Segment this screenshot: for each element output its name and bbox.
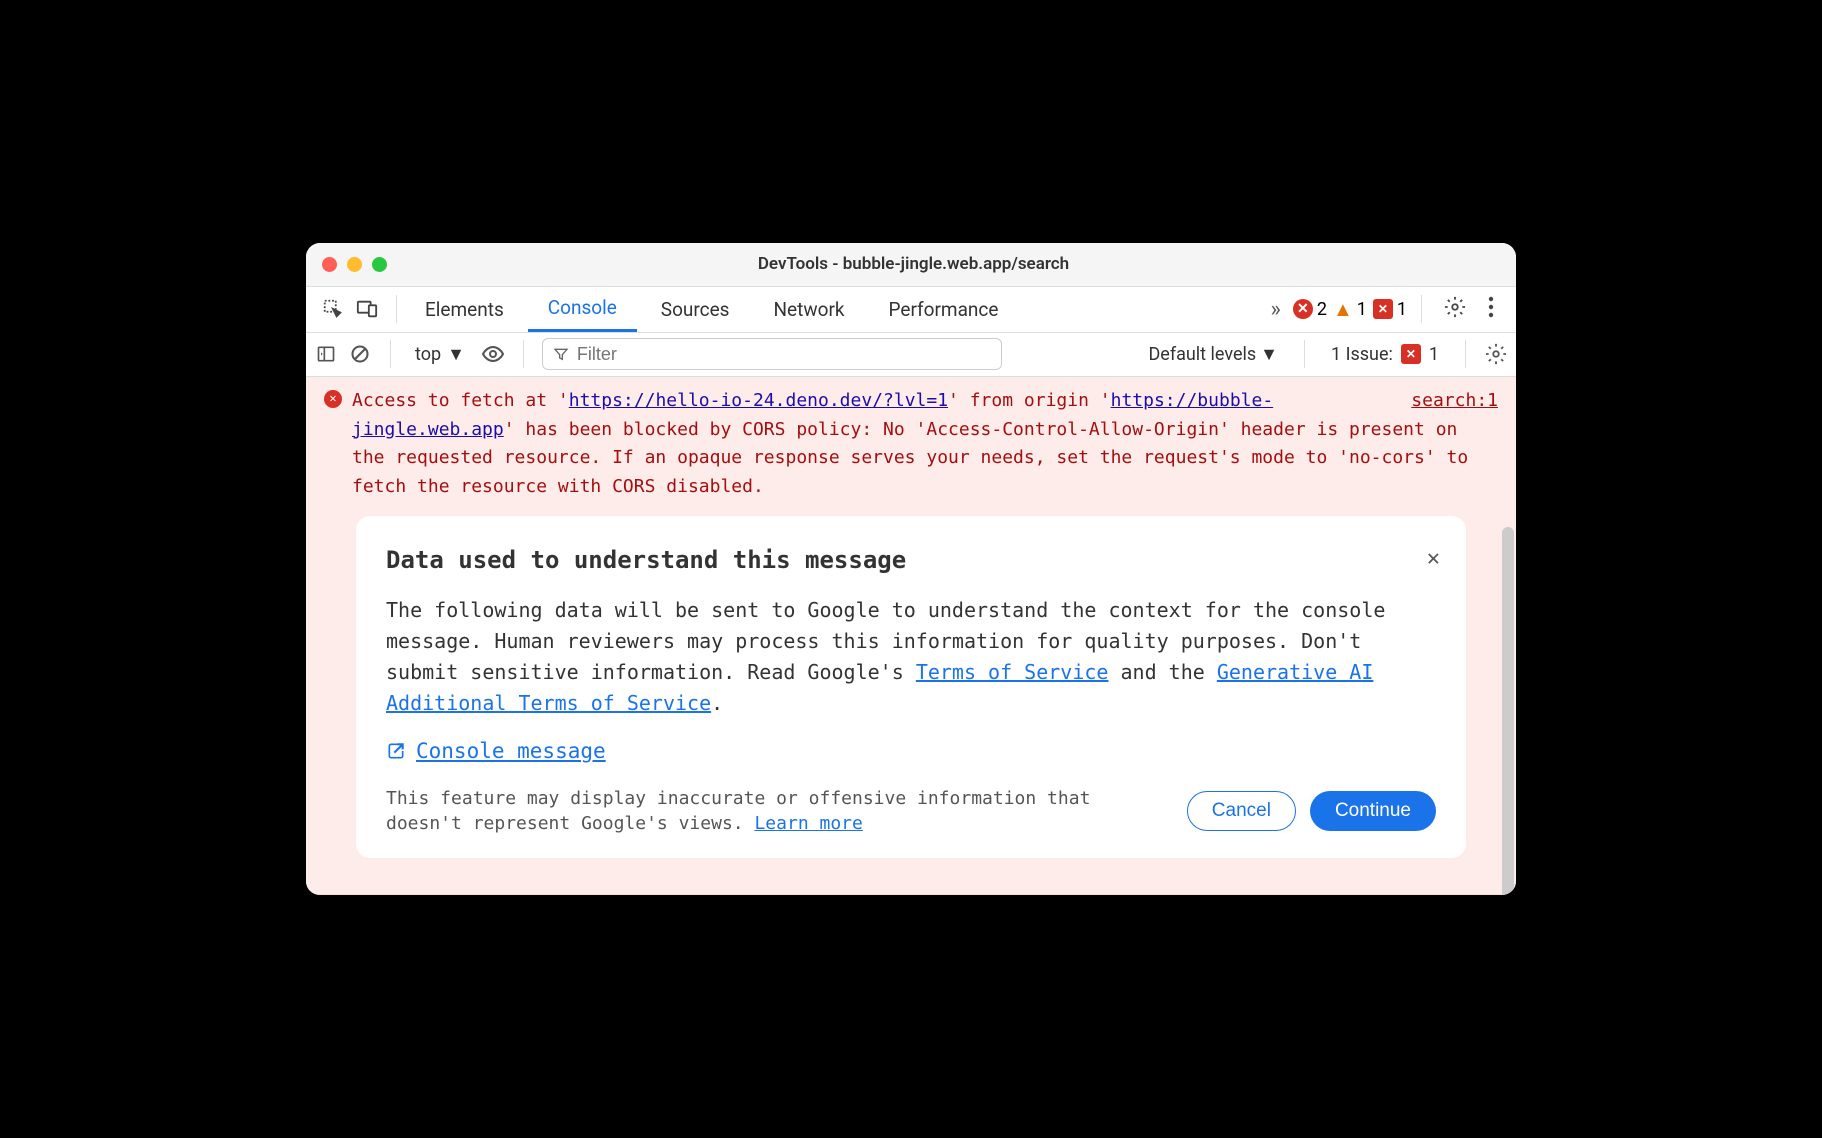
error-badge[interactable]: ✕ 2 [1293,299,1327,320]
tab-network[interactable]: Network [753,287,864,332]
divider [396,295,397,323]
error-icon: ✕ [324,390,342,408]
error-text-segment: ' from origin ' [948,390,1111,411]
panel-tabs: Elements Console Sources Network Perform… [405,287,1018,332]
error-text: search:1 Access to fetch at 'https://hel… [352,387,1498,502]
live-expression-icon[interactable] [481,342,505,366]
error-message: ✕ search:1 Access to fetch at 'https://h… [306,377,1516,895]
sidebar-toggle-icon[interactable] [314,342,338,366]
error-source-link[interactable]: search:1 [1411,387,1498,416]
disclaimer-segment: This feature may display inaccurate or o… [386,788,1090,834]
more-tabs-icon[interactable]: » [1265,297,1287,322]
main-toolbar: Elements Console Sources Network Perform… [306,287,1516,333]
tab-sources[interactable]: Sources [641,287,750,332]
context-dropdown[interactable]: top ▼ [409,344,471,365]
inspect-icon[interactable] [322,298,344,320]
dialog-body: The following data will be sent to Googl… [386,595,1436,719]
warning-count: 1 [1357,299,1367,320]
titlebar: DevTools - bubble-jingle.web.app/search [306,243,1516,287]
settings-button[interactable] [1436,296,1474,322]
issue-icon: ✕ [1373,299,1393,319]
console-message-link[interactable]: Console message [416,735,606,768]
cancel-button[interactable]: Cancel [1187,791,1296,831]
divider [1465,340,1466,368]
console-output: ✕ search:1 Access to fetch at 'https://h… [306,377,1516,895]
issues-count: 1 [1429,344,1439,365]
divider [390,340,391,368]
error-count: 2 [1317,299,1327,320]
tos-link[interactable]: Terms of Service [916,660,1109,684]
chevron-down-icon: ▼ [1260,344,1278,365]
warning-badge[interactable]: ▲ 1 [1333,297,1367,322]
error-url-1[interactable]: https://hello-io-24.deno.dev/?lvl=1 [569,390,948,411]
tab-console[interactable]: Console [528,287,637,332]
context-label: top [415,344,441,365]
divider [1421,295,1422,323]
levels-label: Default levels [1148,344,1256,365]
kebab-menu-button[interactable] [1480,296,1502,322]
filter-field[interactable] [542,338,1002,370]
dialog-text-segment: and the [1108,660,1216,684]
tab-elements[interactable]: Elements [405,287,524,332]
external-link-icon [386,741,406,761]
dialog-title: Data used to understand this message [386,542,1436,579]
console-message-link-row: Console message [386,735,1436,768]
issues-label: 1 Issue: [1331,344,1393,365]
issue-badge[interactable]: ✕ 1 [1373,299,1407,320]
learn-more-link[interactable]: Learn more [754,813,862,834]
close-dialog-button[interactable]: ✕ [1427,542,1440,576]
continue-button[interactable]: Continue [1310,791,1436,831]
divider [523,340,524,368]
ai-consent-dialog: ✕ Data used to understand this message T… [356,516,1466,858]
scrollbar[interactable] [1502,527,1514,895]
dialog-text-segment: . [711,691,723,715]
divider [1304,340,1305,368]
disclaimer-text: This feature may display inaccurate or o… [386,786,1173,836]
filter-input[interactable] [577,344,991,365]
error-text-segment: ' has been blocked by CORS policy: No 'A… [352,419,1468,498]
window-title: DevTools - bubble-jingle.web.app/search [327,254,1500,274]
error-text-segment: Access to fetch at ' [352,390,569,411]
devtools-window: DevTools - bubble-jingle.web.app/search … [306,243,1516,895]
console-subbar: top ▼ Default levels ▼ 1 Issue: ✕ 1 [306,333,1516,377]
clear-console-icon[interactable] [348,342,372,366]
warning-icon: ▲ [1333,297,1353,322]
chevron-down-icon: ▼ [447,344,465,365]
filter-icon [553,346,569,362]
device-toggle-icon[interactable] [356,298,378,320]
error-icon: ✕ [1293,299,1313,319]
tab-performance[interactable]: Performance [869,287,1019,332]
issue-icon: ✕ [1401,344,1421,364]
issues-counter[interactable]: 1 Issue: ✕ 1 [1323,344,1447,365]
log-levels-dropdown[interactable]: Default levels ▼ [1140,344,1286,365]
console-settings-icon[interactable] [1484,342,1508,366]
toolbar-issue-count: 1 [1397,299,1407,320]
